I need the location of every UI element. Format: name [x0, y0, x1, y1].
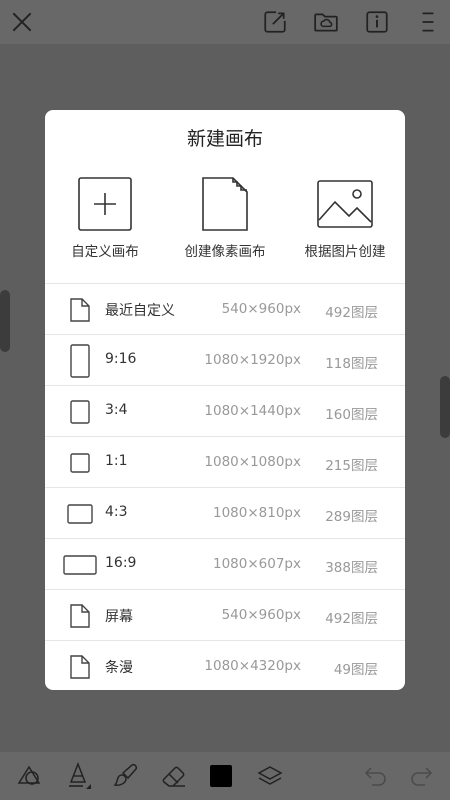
brush-icon[interactable]	[110, 760, 142, 792]
preset-name: 1:1	[105, 453, 128, 469]
right-slider-handle[interactable]	[440, 376, 450, 438]
preset-list: 最近自定义 540×960px 492图层 9:16 1080×1920px 1…	[45, 283, 405, 690]
plus-box-icon	[77, 176, 133, 232]
preset-layers: 49图层	[333, 662, 378, 678]
preset-row-9-16[interactable]: 9:16 1080×1920px 118图层	[45, 334, 405, 385]
ratio-4-3-icon	[62, 488, 98, 539]
color-swatch[interactable]	[205, 760, 237, 792]
preset-size: 1080×1080px	[204, 454, 301, 470]
preset-size: 1080×607px	[213, 556, 301, 572]
pixel-canvas-label: 创建像素画布	[184, 244, 266, 260]
preset-row-4-3[interactable]: 4:3 1080×810px 289图层	[45, 487, 405, 538]
export-icon[interactable]	[259, 6, 291, 38]
preset-row-1-1[interactable]: 1:1 1080×1080px 215图层	[45, 436, 405, 487]
from-image-option[interactable]: 根据图片创建	[285, 176, 405, 260]
layers-icon[interactable]	[254, 760, 286, 792]
folder-cloud-icon[interactable]	[310, 6, 342, 38]
file-icon	[62, 641, 98, 690]
preset-name: 屏幕	[105, 609, 133, 625]
preset-size: 540×960px	[221, 607, 301, 623]
preset-row-screen[interactable]: 屏幕 540×960px 492图层	[45, 589, 405, 640]
preset-size: 1080×1920px	[204, 352, 301, 368]
ratio-1-1-icon	[62, 437, 98, 488]
preset-layers: 492图层	[325, 305, 378, 321]
undo-icon[interactable]	[360, 760, 392, 792]
redo-icon[interactable]	[405, 760, 437, 792]
pixel-file-icon	[197, 176, 253, 232]
left-slider-handle[interactable]	[0, 290, 10, 352]
top-toolbar	[0, 0, 450, 44]
file-icon	[62, 590, 98, 641]
new-canvas-dialog: 新建画布 自定义画布 创建像素画布 根据图片创建 最近自定义 540×960px…	[45, 110, 405, 690]
preset-size: 1080×1440px	[204, 403, 301, 419]
preset-layers: 215图层	[325, 458, 378, 474]
bottom-toolbar	[0, 752, 450, 800]
dialog-title: 新建画布	[186, 128, 263, 150]
preset-size: 540×960px	[221, 301, 301, 317]
preset-layers: 160图层	[325, 407, 378, 423]
preset-name: 条漫	[105, 660, 133, 676]
ratio-9-16-icon	[62, 335, 98, 386]
eraser-icon[interactable]	[158, 760, 190, 792]
close-icon[interactable]	[6, 6, 38, 38]
pen-icon[interactable]	[62, 760, 94, 792]
ratio-3-4-icon	[62, 386, 98, 437]
preset-layers: 388图层	[325, 560, 378, 576]
pixel-canvas-option[interactable]: 创建像素画布	[165, 176, 285, 260]
preset-layers: 492图层	[325, 611, 378, 627]
preset-row-3-4[interactable]: 3:4 1080×1440px 160图层	[45, 385, 405, 436]
ratio-16-9-icon	[62, 539, 98, 590]
preset-row-comic[interactable]: 条漫 1080×4320px 49图层	[45, 640, 405, 690]
info-icon[interactable]	[361, 6, 393, 38]
file-icon	[62, 284, 98, 335]
preset-name: 16:9	[105, 555, 137, 571]
custom-canvas-label: 自定义画布	[71, 244, 139, 260]
preset-layers: 118图层	[325, 356, 378, 372]
custom-canvas-option[interactable]: 自定义画布	[45, 176, 165, 260]
preset-row-recent[interactable]: 最近自定义 540×960px 492图层	[45, 283, 405, 334]
preset-name: 9:16	[105, 351, 137, 367]
preset-size: 1080×810px	[213, 505, 301, 521]
image-icon	[317, 176, 373, 232]
preset-row-16-9[interactable]: 16:9 1080×607px 388图层	[45, 538, 405, 589]
preset-name: 最近自定义	[105, 303, 175, 319]
menu-icon[interactable]	[412, 6, 444, 38]
shapes-icon[interactable]	[13, 760, 45, 792]
preset-size: 1080×4320px	[204, 658, 301, 674]
preset-layers: 289图层	[325, 509, 378, 525]
preset-name: 3:4	[105, 402, 128, 418]
preset-name: 4:3	[105, 504, 128, 520]
from-image-label: 根据图片创建	[304, 244, 386, 260]
